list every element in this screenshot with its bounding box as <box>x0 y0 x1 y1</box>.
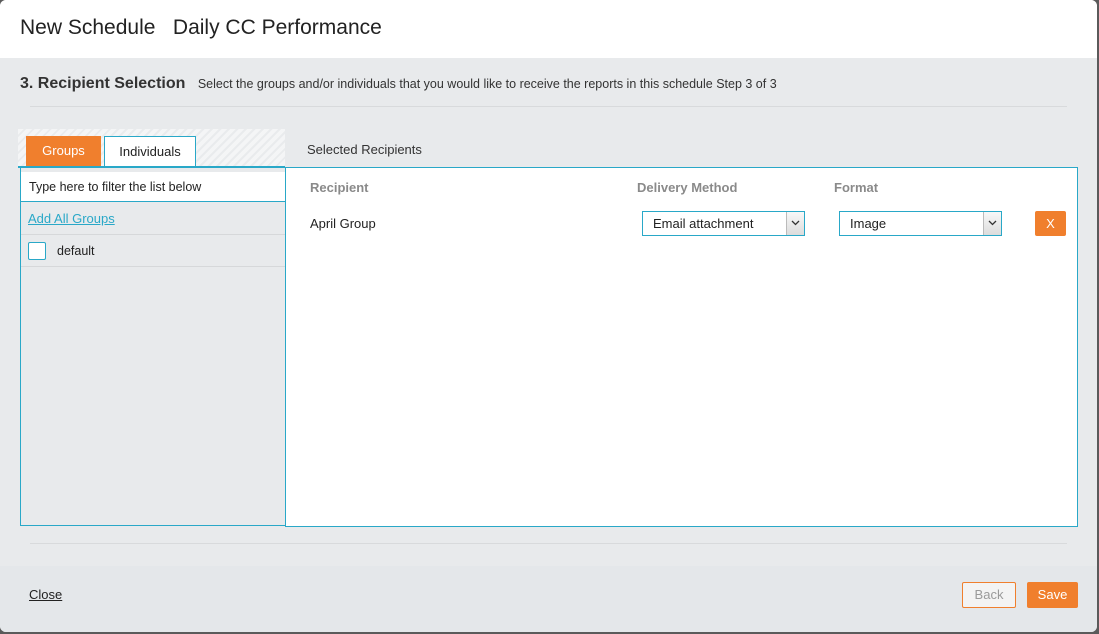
step-description: Select the groups and/or individuals tha… <box>197 77 777 91</box>
close-link[interactable]: Close <box>29 587 62 602</box>
column-header-recipient: Recipient <box>310 180 369 195</box>
filter-input[interactable] <box>21 172 286 202</box>
group-label: default <box>57 244 95 258</box>
chevron-down-icon <box>786 212 804 235</box>
selected-recipients-label: Selected Recipients <box>307 142 422 157</box>
step-heading: 3. Recipient Selection Select the groups… <box>20 75 777 95</box>
delivery-method-value: Email attachment <box>653 216 754 231</box>
divider <box>21 266 286 267</box>
divider <box>30 106 1067 107</box>
add-all-groups-link[interactable]: Add All Groups <box>28 211 115 226</box>
tab-groups[interactable]: Groups <box>26 136 101 166</box>
new-schedule-dialog: New Schedule Daily CC Performance 3. Rec… <box>0 0 1097 632</box>
format-select[interactable]: Image <box>839 211 1002 236</box>
divider <box>30 543 1067 544</box>
back-button[interactable]: Back <box>962 582 1016 608</box>
delivery-method-select[interactable]: Email attachment <box>642 211 805 236</box>
dialog-title: New Schedule Daily CC Performance <box>20 16 382 39</box>
selected-recipients-panel: Recipient Delivery Method Format April G… <box>285 167 1078 527</box>
column-header-delivery-method: Delivery Method <box>637 180 738 195</box>
save-button[interactable]: Save <box>1027 582 1078 608</box>
tab-individuals[interactable]: Individuals <box>104 136 196 166</box>
format-value: Image <box>850 216 887 231</box>
groups-panel: Add All Groups default <box>20 167 286 526</box>
group-checkbox[interactable] <box>28 242 46 260</box>
chevron-down-icon <box>983 212 1001 235</box>
list-item[interactable]: default <box>21 235 286 267</box>
dialog-header: New Schedule Daily CC Performance <box>0 0 1097 58</box>
recipient-name: April Group <box>310 216 376 231</box>
remove-recipient-button[interactable]: X <box>1035 211 1066 236</box>
step-title: 3. Recipient Selection <box>20 75 186 92</box>
column-header-format: Format <box>834 180 879 195</box>
dialog-footer: Close Back Save <box>0 566 1097 632</box>
